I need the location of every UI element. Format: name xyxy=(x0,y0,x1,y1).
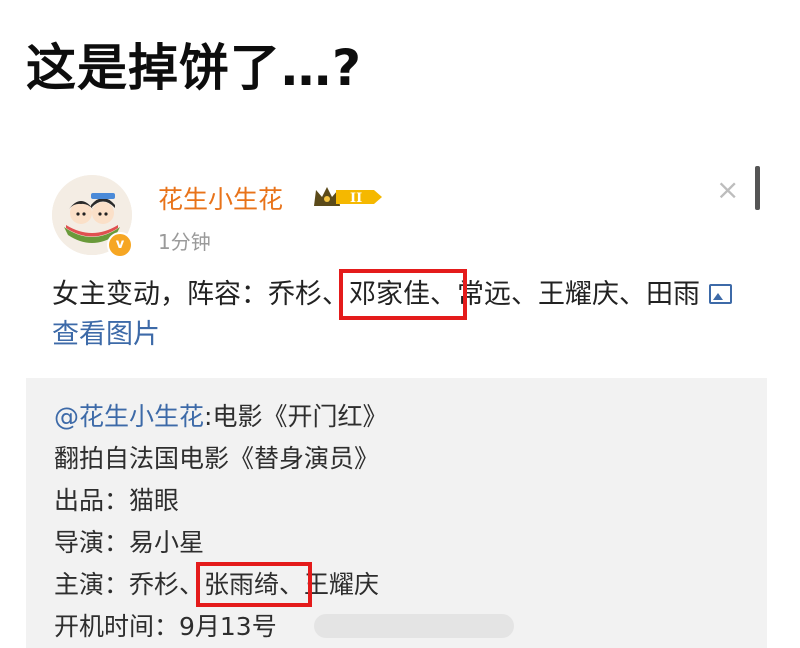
repost-text: @花生小生花:电影《开门红》 翻拍自法国电影《替身演员》 出品：猫眼 导演：易小… xyxy=(54,396,387,648)
post-text-prefix: 女主变动，阵容：乔杉、 xyxy=(52,279,349,310)
mention-link[interactable]: @花生小生花 xyxy=(54,402,204,431)
view-images-label: 查看图片 xyxy=(52,319,160,350)
repost-cast-prefix: 主演：乔杉、 xyxy=(54,570,205,599)
post-text: 女主变动，阵容：乔杉、邓家佳、常远、王耀庆、田雨 查看图片 xyxy=(52,269,752,355)
repost-cast-suffix: 王耀庆 xyxy=(304,570,380,599)
image-icon xyxy=(708,284,732,304)
post-timestamp: 1分钟 xyxy=(158,230,211,254)
repost-line-cast: 主演：乔杉、张雨绮、王耀庆 xyxy=(54,562,387,607)
repost-line-director: 导演：易小星 xyxy=(54,528,205,557)
weibo-post-card: v 花生小生花 II 1分钟 × 女主变动，阵容：乔杉、邓家佳、常远、王耀庆、田… xyxy=(0,150,800,648)
username[interactable]: 花生小生花 xyxy=(158,180,283,216)
vip-crown-icon[interactable]: II xyxy=(312,184,384,210)
highlighted-cast-name-repost: 张雨绮、 xyxy=(196,562,313,607)
post-text-suffix: 常远、王耀庆、田雨 xyxy=(457,279,700,310)
close-icon[interactable]: × xyxy=(716,176,739,204)
vip-level-label: II xyxy=(350,191,362,206)
scrollbar[interactable] xyxy=(755,166,760,210)
repost-line-title-rest: :电影《开门红》 xyxy=(204,402,388,431)
repost-line-producer: 出品：猫眼 xyxy=(54,486,180,515)
blurred-text-overlay xyxy=(314,614,514,638)
repost-block[interactable]: @花生小生花:电影《开门红》 翻拍自法国电影《替身演员》 出品：猫眼 导演：易小… xyxy=(26,378,767,648)
repost-line-source: 翻拍自法国电影《替身演员》 xyxy=(54,444,380,473)
headline: 这是掉饼了…? xyxy=(26,39,363,97)
highlighted-cast-name: 邓家佳、 xyxy=(339,269,467,320)
verified-badge-icon: v xyxy=(107,232,133,258)
repost-line-title: @花生小生花:电影《开门红》 xyxy=(54,396,387,438)
